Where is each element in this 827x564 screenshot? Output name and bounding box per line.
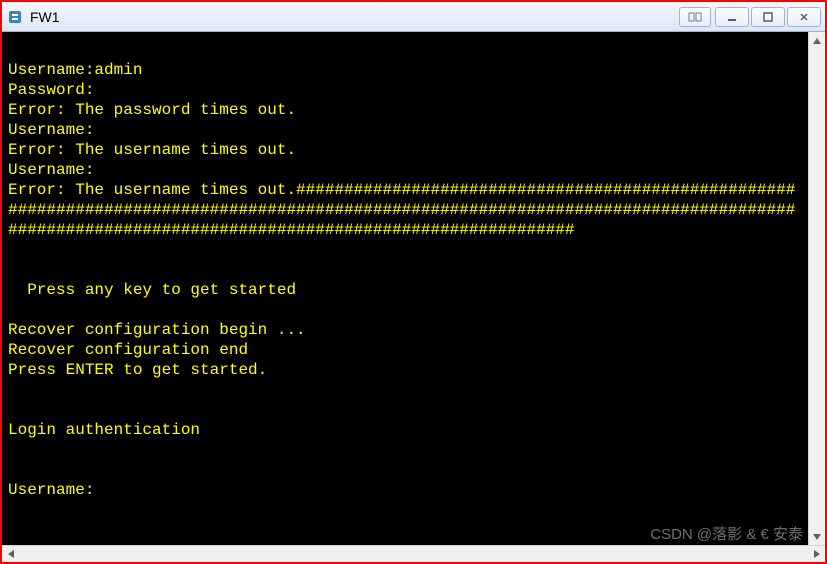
app-extra-button[interactable] <box>679 7 711 27</box>
vertical-scroll-track[interactable] <box>809 49 825 528</box>
terminal-output[interactable]: Username:admin Password: Error: The pass… <box>2 32 808 545</box>
app-icon <box>6 8 24 26</box>
terminal-area: Username:admin Password: Error: The pass… <box>2 32 825 545</box>
maximize-button[interactable] <box>751 7 785 27</box>
scroll-down-button[interactable] <box>809 528 825 545</box>
horizontal-scroll-track[interactable] <box>19 546 808 562</box>
horizontal-scrollbar[interactable] <box>2 545 825 562</box>
minimize-button[interactable] <box>715 7 749 27</box>
window-title: FW1 <box>30 9 679 25</box>
scroll-left-button[interactable] <box>2 546 19 562</box>
vertical-scrollbar[interactable] <box>808 32 825 545</box>
terminal-window: FW1 Username:admin Password: Error: The … <box>2 2 825 562</box>
scroll-right-button[interactable] <box>808 546 825 562</box>
window-controls <box>713 7 821 27</box>
close-button[interactable] <box>787 7 821 27</box>
scroll-up-button[interactable] <box>809 32 825 49</box>
titlebar: FW1 <box>2 2 825 32</box>
